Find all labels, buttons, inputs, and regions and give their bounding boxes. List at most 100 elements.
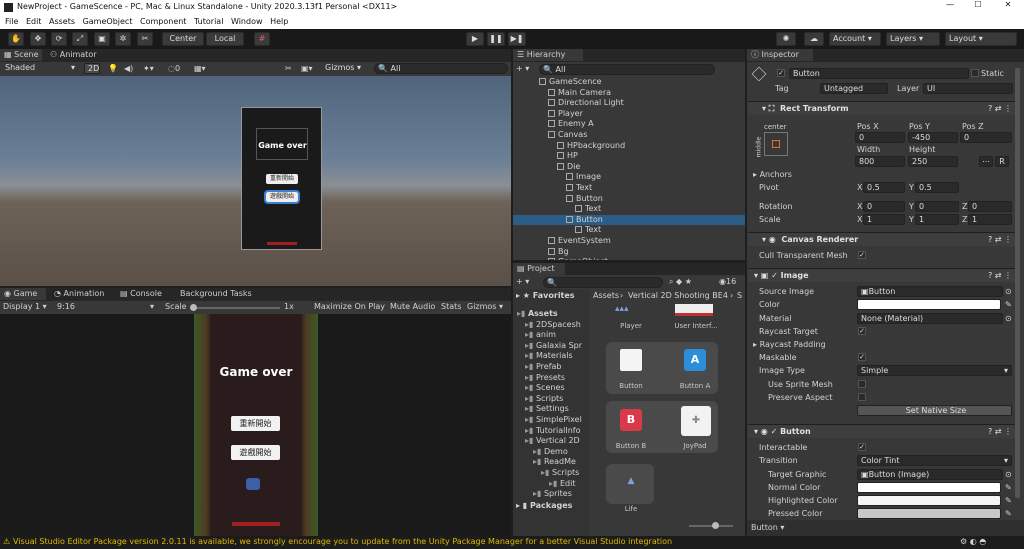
asset-user-interface[interactable]: User Interf... bbox=[669, 304, 723, 336]
stats-toggle[interactable]: Stats bbox=[441, 302, 461, 312]
hierarchy-search-input[interactable]: 🔍 All bbox=[539, 64, 715, 75]
move-tool-icon[interactable]: ✥ bbox=[30, 32, 46, 46]
normal-color-swatch[interactable] bbox=[857, 482, 1001, 493]
blueprint-mode-icon[interactable]: ⋯ bbox=[979, 156, 993, 167]
display-dropdown[interactable]: Display 1 ▾ bbox=[3, 302, 47, 312]
pivot-center-toggle[interactable]: Center bbox=[162, 32, 204, 46]
collab-icon[interactable]: ✺ bbox=[776, 32, 796, 46]
cull-transparent-checkbox[interactable]: ✓ bbox=[858, 251, 866, 259]
scale-y-field[interactable]: 1 bbox=[915, 214, 959, 225]
maximize-on-play-toggle[interactable]: Maximize On Play bbox=[314, 302, 385, 312]
thumb-size-handle[interactable] bbox=[712, 522, 719, 529]
tab-inspector[interactable]: ⓘ Inspector bbox=[747, 49, 813, 61]
inspector-scrollbar[interactable] bbox=[1015, 68, 1020, 498]
breadcrumb-vertical[interactable]: Vertical 2D Shooting BE4 bbox=[628, 291, 728, 301]
step-button[interactable]: ▶❚ bbox=[508, 32, 526, 46]
asset-life[interactable]: ▲ Life bbox=[609, 468, 653, 514]
material-picker-icon[interactable]: ⊙ bbox=[1005, 314, 1012, 324]
pivot-x-field[interactable]: 0.5 bbox=[863, 182, 905, 193]
project-folder[interactable]: ▸▮ Prefab bbox=[513, 362, 590, 372]
highlighted-picker-icon[interactable]: ✎ bbox=[1005, 496, 1012, 506]
interactable-checkbox[interactable]: ✓ bbox=[858, 443, 866, 451]
project-folder[interactable]: ▸▮ TutorialInfo bbox=[513, 426, 590, 436]
project-add-button[interactable]: + ▾ bbox=[516, 277, 529, 287]
menu-help[interactable]: Help bbox=[270, 15, 288, 29]
tab-animator[interactable]: ⚇ Animator bbox=[46, 49, 97, 61]
hierarchy-item[interactable]: Image bbox=[513, 172, 745, 182]
pause-button[interactable]: ❚❚ bbox=[487, 32, 505, 46]
use-sprite-mesh-checkbox[interactable] bbox=[858, 380, 866, 388]
width-field[interactable]: 800 bbox=[855, 156, 905, 167]
scale-tool-icon[interactable]: ⤢ bbox=[72, 32, 88, 46]
name-field[interactable]: Button bbox=[789, 68, 969, 79]
anchors-foldout[interactable]: ▸ Anchors bbox=[753, 170, 792, 180]
start-game-button[interactable]: 遊戲開始 bbox=[231, 445, 280, 460]
hierarchy-item[interactable]: Main Camera bbox=[513, 88, 745, 98]
scene-search-input[interactable]: 🔍 All bbox=[374, 63, 508, 74]
hierarchy-item[interactable]: Die bbox=[513, 162, 745, 172]
tab-console[interactable]: ▤ Console bbox=[120, 288, 162, 300]
rot-z-field[interactable]: 0 bbox=[968, 201, 1012, 212]
scene-viewport[interactable]: Game over 重新開始 遊戲開始 bbox=[0, 76, 511, 286]
button-component-header[interactable]: ▾ ◉ ✓ Button? ⇄ ⋮ bbox=[748, 424, 1018, 438]
tab-animation[interactable]: ◔ Animation bbox=[54, 288, 104, 300]
menu-tutorial[interactable]: Tutorial bbox=[194, 15, 223, 29]
pressed-color-swatch[interactable] bbox=[857, 508, 1001, 519]
rotate-tool-icon[interactable]: ⟳ bbox=[51, 32, 67, 46]
hierarchy-item[interactable]: Button bbox=[513, 194, 745, 204]
hierarchy-item[interactable]: Enemy A bbox=[513, 119, 745, 129]
pivot-local-toggle[interactable]: Local bbox=[206, 32, 244, 46]
account-dropdown[interactable]: Account ▾ bbox=[829, 32, 881, 46]
normal-picker-icon[interactable]: ✎ bbox=[1005, 483, 1012, 493]
hierarchy-item[interactable]: Text bbox=[513, 204, 745, 214]
project-filter-icons[interactable]: ⌕ ◆ ★ bbox=[669, 277, 692, 287]
game-gizmos-dropdown[interactable]: Gizmos ▾ bbox=[467, 302, 503, 312]
hidden-objects-icon[interactable]: ◌0 bbox=[168, 64, 180, 74]
hierarchy-item[interactable]: EventSystem bbox=[513, 236, 745, 246]
project-folder[interactable]: ▸▮ SimplePixel bbox=[513, 415, 590, 425]
project-folder[interactable]: ▸▮ Demo bbox=[513, 447, 590, 457]
source-picker-icon[interactable]: ⊙ bbox=[1005, 287, 1012, 297]
project-folder[interactable]: ▸▮ Scripts bbox=[513, 394, 590, 404]
set-native-size-button[interactable]: Set Native Size bbox=[857, 405, 1012, 416]
layers-dropdown[interactable]: Layers ▾ bbox=[886, 32, 940, 46]
raw-edit-button[interactable]: R bbox=[995, 156, 1009, 167]
menu-component[interactable]: Component bbox=[140, 15, 186, 29]
static-checkbox[interactable] bbox=[971, 69, 979, 77]
cloud-icon[interactable]: ☁ bbox=[804, 32, 824, 46]
preserve-aspect-checkbox[interactable] bbox=[858, 393, 866, 401]
hierarchy-item[interactable]: Directional Light bbox=[513, 98, 745, 108]
tag-dropdown[interactable]: Untagged bbox=[820, 83, 888, 94]
menu-assets[interactable]: Assets bbox=[49, 15, 75, 29]
project-folder[interactable]: ▸▮ 2DSpacesh bbox=[513, 320, 590, 330]
project-folder[interactable]: ▸▮ Assets bbox=[513, 309, 590, 319]
asset-player[interactable]: ▴▴▴ Player bbox=[609, 304, 653, 336]
packages-label[interactable]: ▸ ▮ Packages bbox=[516, 501, 572, 511]
maximize-icon[interactable]: ☐ bbox=[968, 0, 988, 9]
mode-2d-toggle[interactable]: 2D bbox=[84, 63, 100, 74]
raycast-padding-foldout[interactable]: ▸ Raycast Padding bbox=[753, 340, 826, 350]
hierarchy-item[interactable]: Button bbox=[513, 214, 745, 225]
rot-x-field[interactable]: 0 bbox=[863, 201, 905, 212]
pos-z-field[interactable]: 0 bbox=[960, 132, 1012, 143]
aspect-arrow-icon[interactable]: ▾ bbox=[150, 302, 154, 312]
color-picker-icon[interactable]: ✎ bbox=[1005, 300, 1012, 310]
lighting-icon[interactable]: 💡 bbox=[108, 64, 118, 74]
minimize-icon[interactable]: — bbox=[940, 0, 960, 9]
anchor-preset-icon[interactable] bbox=[764, 132, 788, 156]
hierarchy-item[interactable]: Bg bbox=[513, 247, 745, 257]
rot-y-field[interactable]: 0 bbox=[915, 201, 959, 212]
project-folder[interactable]: ▸▮ Vertical 2D bbox=[513, 436, 590, 446]
hierarchy-item[interactable]: Text bbox=[513, 183, 745, 193]
breadcrumb-assets[interactable]: Assets bbox=[593, 291, 619, 301]
project-folder[interactable]: ▸▮ Sprites bbox=[513, 489, 590, 499]
layer-dropdown[interactable]: UI bbox=[923, 83, 1013, 94]
game-viewport[interactable]: Game over 重新開始 遊戲開始 bbox=[0, 314, 511, 536]
hand-tool-icon[interactable]: ✋ bbox=[8, 32, 24, 46]
hierarchy-item[interactable]: GameScence bbox=[513, 77, 745, 87]
footer-button-label[interactable]: Button ▾ bbox=[751, 523, 784, 533]
aspect-dropdown[interactable]: 9:16 bbox=[57, 302, 75, 312]
project-folder[interactable]: ▸▮ Edit bbox=[513, 479, 590, 489]
tools-icon[interactable]: ✂ bbox=[285, 64, 292, 74]
transition-dropdown[interactable]: Color Tint ▾ bbox=[857, 455, 1012, 466]
